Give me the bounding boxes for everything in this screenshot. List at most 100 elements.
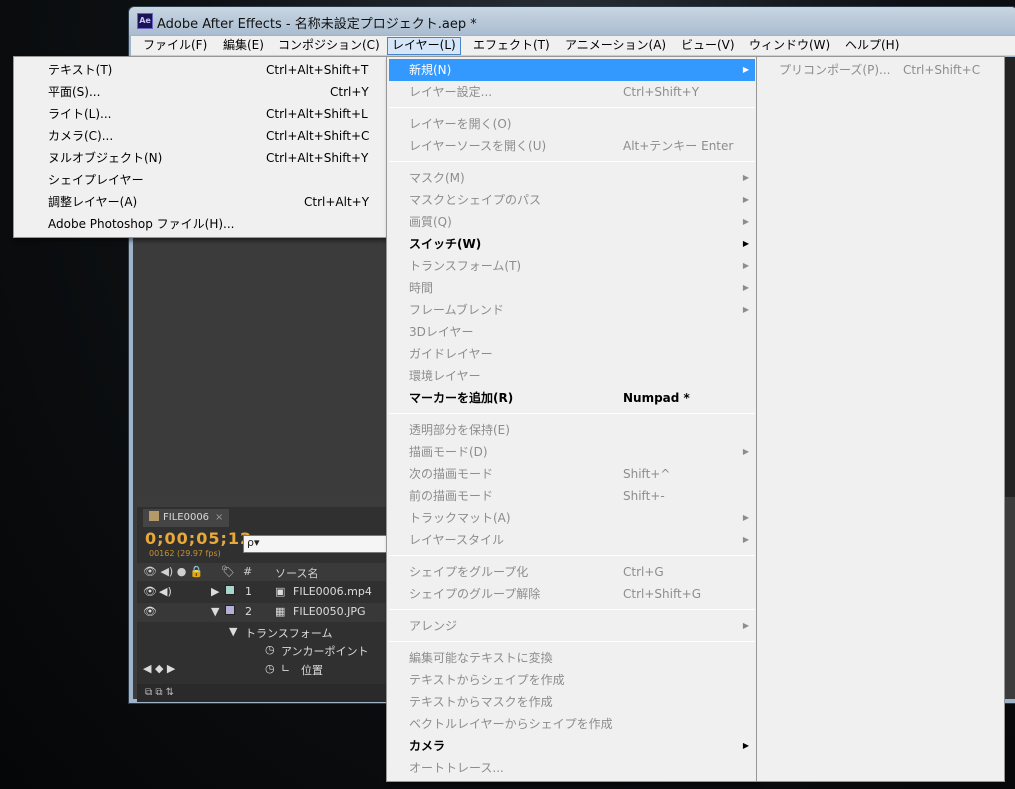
column-number: # (243, 565, 253, 578)
layer-menu-item[interactable]: トランスフォーム(T) ▶ (389, 255, 755, 277)
menu-window[interactable]: ウィンドウ(W) (745, 37, 834, 55)
layer-menu-item[interactable]: シェイプをグループ化 Ctrl+G (389, 561, 755, 583)
menu-effect[interactable]: エフェクト(T) (469, 37, 554, 55)
timeline-tab[interactable]: FILE0006 × (143, 509, 230, 527)
menu-help[interactable]: ヘルプ(H) (841, 37, 903, 55)
menu-item-new-adjustment[interactable]: 調整レイヤー(A) Ctrl+Alt+Y (16, 191, 385, 213)
menu-item-new-shape-layer[interactable]: シェイプレイヤー (16, 169, 385, 191)
menu-item-label: 時間 (409, 281, 434, 295)
layer-menu-item[interactable]: テキストからシェイプを作成 (389, 669, 755, 691)
layer-menu-item[interactable]: 編集可能なテキストに変換 (389, 647, 755, 669)
layer-search-input[interactable]: ρ▾ (243, 535, 393, 553)
layer-menu-item[interactable]: 透明部分を保持(E) (389, 419, 755, 441)
layer-label-swatch[interactable] (225, 605, 235, 618)
layer-menu-item[interactable]: テキストからマスクを作成 (389, 691, 755, 713)
submenu-arrow-icon: ▶ (742, 195, 749, 204)
menu-separator (389, 555, 755, 556)
stopwatch-icon[interactable]: ◷ (265, 662, 275, 675)
layer-menu-item[interactable]: マスク(M) ▶ (389, 167, 755, 189)
eye-icon[interactable]: 👁 (143, 585, 157, 598)
keyframe-navigator-icon[interactable]: ◀ ◆ ▶ (143, 662, 175, 675)
graph-icon[interactable]: ∟ (281, 662, 290, 675)
current-time-display[interactable]: 0;00;05;12 (145, 529, 252, 548)
submenu-arrow-icon: ▶ (742, 741, 749, 750)
column-source-name[interactable]: ソース名 (275, 565, 318, 581)
layer-menu-item[interactable]: ベクトルレイヤーからシェイプを作成 (389, 713, 755, 735)
menu-item-new-text[interactable]: テキスト(T) Ctrl+Alt+Shift+T (16, 59, 385, 81)
layer-menu-item[interactable]: 新規(N) ▶ (389, 59, 755, 81)
layer-menu-item[interactable]: レイヤースタイル ▶ (389, 529, 755, 551)
menu-item-new-photoshop[interactable]: Adobe Photoshop ファイル(H)... (16, 213, 385, 235)
layer-column-header: 👁 ◀) ● 🔒 🏷 # ソース名 (137, 563, 387, 581)
layer-menu-item[interactable]: オートトレース... (389, 757, 755, 779)
stopwatch-icon[interactable]: ◷ (265, 643, 275, 656)
collapse-triangle-icon[interactable]: ▼ (211, 605, 219, 618)
menu-item-shortcut: Alt+テンキー Enter (623, 139, 734, 153)
menu-item-label: マスクとシェイプのパス (409, 193, 542, 207)
property-row[interactable]: ◷ アンカーポイント (137, 641, 387, 660)
menu-view[interactable]: ビュー(V) (677, 37, 739, 55)
menu-file[interactable]: ファイル(F) (139, 37, 211, 55)
layer-menu-item[interactable]: 次の描画モード Shift+^ (389, 463, 755, 485)
menu-item-new-light[interactable]: ライト(L)... Ctrl+Alt+Shift+L (16, 103, 385, 125)
transform-group-row[interactable]: ▼ トランスフォーム (137, 623, 387, 642)
menu-item-new-solid[interactable]: 平面(S)... Ctrl+Y (16, 81, 385, 103)
search-icon: ρ▾ (247, 536, 260, 549)
menu-item-label: スイッチ(W) (409, 237, 482, 251)
layer-menu-item[interactable]: 描画モード(D) ▶ (389, 441, 755, 463)
menu-item-label: シェイプのグループ解除 (409, 587, 541, 601)
layer-menu-item[interactable]: 画質(Q) ▶ (389, 211, 755, 233)
title-bar[interactable]: Ae Adobe After Effects - 名称未設定プロジェクト.aep… (129, 7, 1015, 35)
eye-icon[interactable]: 👁 (143, 605, 157, 618)
menu-item-precompose[interactable]: プリコンポーズ(P)... Ctrl+Shift+C (759, 59, 1002, 81)
menu-item-label: 新規(N) (409, 63, 452, 77)
layer-menu-item[interactable]: シェイプのグループ解除 Ctrl+Shift+G (389, 583, 755, 605)
menu-separator (389, 107, 755, 108)
menu-item-new-null[interactable]: ヌルオブジェクト(N) Ctrl+Alt+Shift+Y (16, 147, 385, 169)
layer-menu-item[interactable]: マスクとシェイプのパス ▶ (389, 189, 755, 211)
layer-menu-item[interactable]: フレームブレンド ▶ (389, 299, 755, 321)
menu-item-label: マーカーを追加(R) (409, 391, 514, 405)
close-icon[interactable]: × (215, 512, 223, 523)
layer-menu-item[interactable]: レイヤーを開く(O) (389, 113, 755, 135)
layer-menu-dropdown: 新規(N) ▶ レイヤー設定... Ctrl+Shift+Y レイヤーを開く(O) レイヤ… (386, 56, 758, 782)
menu-item-label: シェイプをグループ化 (409, 565, 529, 579)
audio-icon[interactable]: ◀) (159, 585, 172, 598)
submenu-arrow-icon: ▶ (742, 535, 749, 544)
image-file-icon: ▦ (275, 605, 286, 618)
layer-menu-item[interactable]: マーカーを追加(R) Numpad * (389, 387, 755, 409)
layer-menu-item[interactable]: アレンジ ▶ (389, 615, 755, 637)
frame-rate-readout: 00162 (29.97 fps) (149, 549, 221, 558)
layer-label-swatch[interactable] (225, 585, 235, 598)
timeline-footer-buttons[interactable]: ⧉ ⧉ ⇅ (137, 684, 387, 702)
layer-menu-item[interactable]: 時間 ▶ (389, 277, 755, 299)
layer-menu-item[interactable]: 3Dレイヤー (389, 321, 755, 343)
collapse-triangle-icon[interactable]: ▼ (229, 625, 237, 638)
layer-menu-item[interactable]: レイヤー設定... Ctrl+Shift+Y (389, 81, 755, 103)
layer-menu-item[interactable]: カメラ ▶ (389, 735, 755, 757)
menu-item-label: 前の描画モード (409, 489, 494, 503)
submenu-arrow-icon: ▶ (742, 261, 749, 270)
layer-name[interactable]: FILE0050.JPG (293, 605, 366, 618)
menu-item-label: レイヤーを開く(O) (409, 117, 512, 131)
menu-item-label: レイヤーソースを開く(U) (409, 139, 547, 153)
layer-menu-item[interactable]: トラックマット(A) ▶ (389, 507, 755, 529)
menu-item-new-camera[interactable]: カメラ(C)... Ctrl+Alt+Shift+C (16, 125, 385, 147)
transform-label: トランスフォーム (245, 627, 333, 640)
menu-edit[interactable]: 編集(E) (219, 37, 268, 55)
menu-layer[interactable]: レイヤー(L) (387, 37, 461, 55)
composition-viewer[interactable] (137, 233, 391, 497)
layer-name[interactable]: FILE0006.mp4 (293, 585, 372, 598)
expand-triangle-icon[interactable]: ▶ (211, 585, 219, 598)
layer-menu-item[interactable]: レイヤーソースを開く(U) Alt+テンキー Enter (389, 135, 755, 157)
layer-menu-item[interactable]: 環境レイヤー (389, 365, 755, 387)
layer-menu-item[interactable]: 前の描画モード Shift+- (389, 485, 755, 507)
menu-animation[interactable]: アニメーション(A) (561, 37, 670, 55)
menu-composition[interactable]: コンポジション(C) (274, 37, 384, 55)
layer-row[interactable]: 👁 ▼ 2 ▦ FILE0050.JPG (137, 603, 387, 622)
property-row[interactable]: ◀ ◆ ▶ ◷ ∟ 位置 (137, 660, 387, 679)
window-title: Adobe After Effects - 名称未設定プロジェクト.aep * (157, 17, 477, 32)
layer-row[interactable]: 👁 ◀) ▶ 1 ▣ FILE0006.mp4 (137, 583, 387, 602)
layer-menu-item[interactable]: スイッチ(W) ▶ (389, 233, 755, 255)
layer-menu-item[interactable]: ガイドレイヤー (389, 343, 755, 365)
